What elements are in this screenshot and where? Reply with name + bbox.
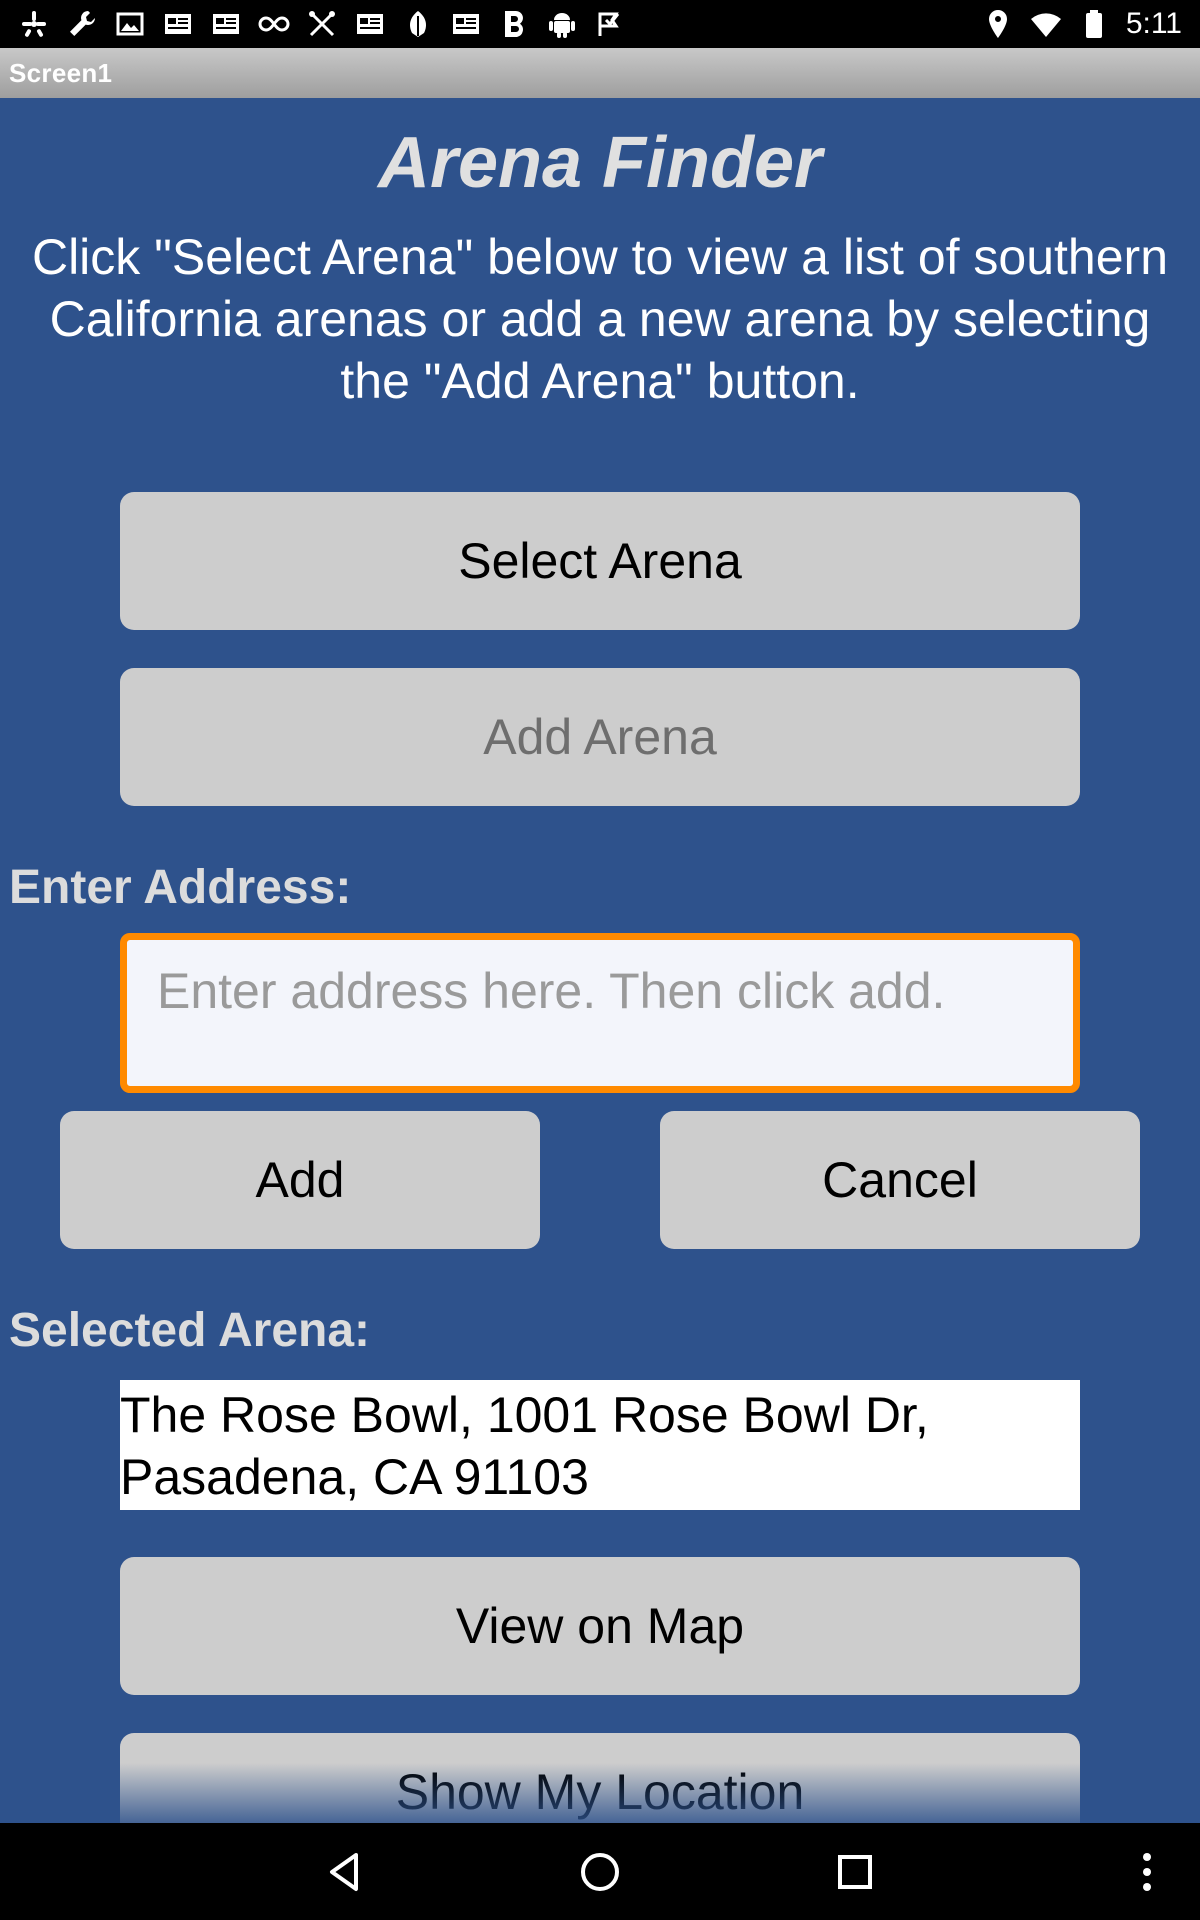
app-title: Arena Finder <box>377 123 823 203</box>
wrench-icon <box>66 8 98 40</box>
screen-title: Screen1 <box>9 57 113 88</box>
navigation-bar <box>0 1823 1200 1920</box>
leaf-icon <box>402 8 434 40</box>
selected-arena-value: The Rose Bowl, 1001 Rose Bowl Dr, Pasade… <box>120 1380 1080 1510</box>
view-on-map-button[interactable]: View on Map <box>120 1557 1080 1695</box>
back-icon[interactable] <box>320 1847 370 1897</box>
instructions-text: Click "Select Arena" below to view a lis… <box>31 229 1169 409</box>
news-icon <box>354 8 386 40</box>
status-bar: 5:11 <box>0 0 1200 48</box>
cancel-button[interactable]: Cancel <box>660 1111 1140 1249</box>
app-screen: 5:11 Screen1 Arena Finder Click "Select … <box>0 0 1200 1920</box>
check-flag-icon <box>594 8 626 40</box>
main-content: Arena Finder Click "Select Arena" below … <box>0 98 1200 1823</box>
home-icon[interactable] <box>575 1847 625 1897</box>
overflow-menu-icon[interactable] <box>1122 1847 1172 1897</box>
tools-icon <box>306 8 338 40</box>
image-icon <box>114 8 146 40</box>
battery-icon <box>1078 8 1110 40</box>
system-status: 5:11 <box>982 7 1182 41</box>
select-arena-button[interactable]: Select Arena <box>120 492 1080 630</box>
yelp-icon <box>18 8 50 40</box>
selected-arena-label: Selected Arena: <box>9 1304 371 1357</box>
bold-b-icon <box>498 8 530 40</box>
screen-title-bar: Screen1 <box>0 48 1200 98</box>
android-icon <box>546 8 578 40</box>
add-arena-button[interactable]: Add Arena <box>120 668 1080 806</box>
wifi-icon <box>1030 8 1062 40</box>
scroll-fade <box>0 1763 1200 1823</box>
news-icon <box>210 8 242 40</box>
clock: 5:11 <box>1125 7 1182 40</box>
news-icon <box>162 8 194 40</box>
news-icon <box>450 8 482 40</box>
location-icon <box>982 8 1014 40</box>
notification-icons <box>18 8 626 40</box>
recents-icon[interactable] <box>830 1847 880 1897</box>
address-input[interactable]: Enter address here. Then click add. <box>120 933 1080 1093</box>
infinity-icon <box>258 8 290 40</box>
add-button[interactable]: Add <box>60 1111 540 1249</box>
enter-address-label: Enter Address: <box>9 861 352 914</box>
address-placeholder: Enter address here. Then click add. <box>157 963 946 1019</box>
